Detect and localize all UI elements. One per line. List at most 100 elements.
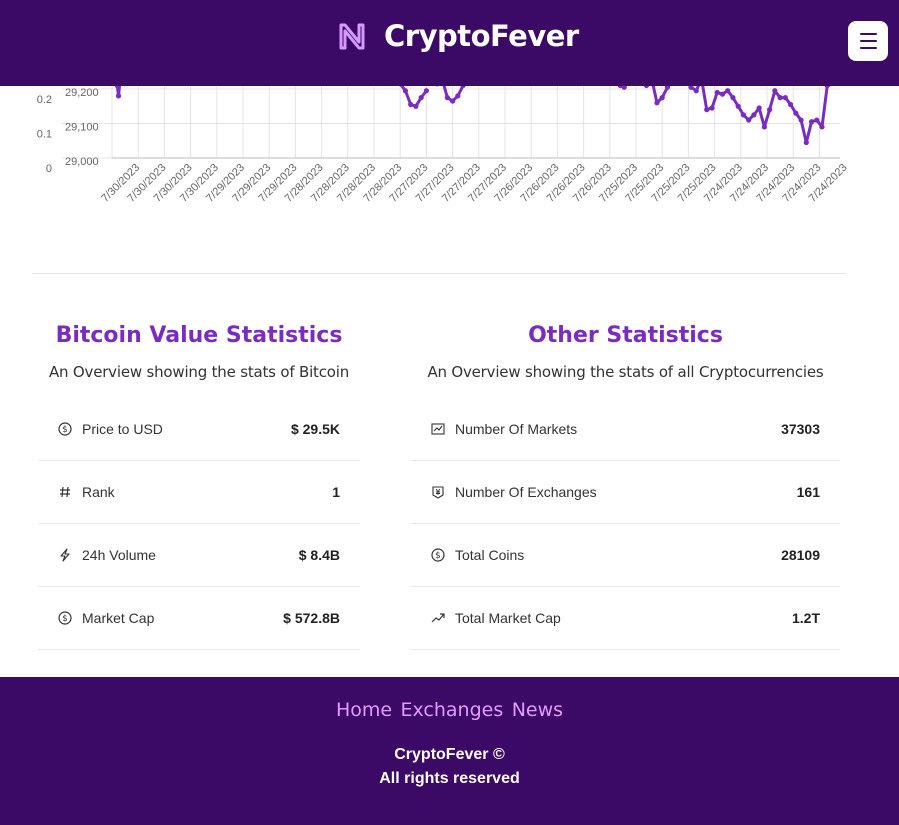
price-point[interactable] (772, 88, 778, 94)
price-point[interactable] (719, 91, 726, 97)
line-chart-icon (431, 422, 445, 436)
stat-label: Number Of Markets (455, 421, 578, 437)
price-point[interactable] (787, 101, 794, 108)
price-point[interactable] (714, 89, 720, 96)
hamburger-menu-icon (859, 33, 877, 35)
stat-row-total-market-cap: Total Market Cap 1.2T (411, 587, 840, 650)
stat-label: Rank (82, 484, 115, 500)
left-axis-tick-label: 0.1 (37, 129, 52, 141)
svg-text:$: $ (62, 614, 67, 624)
price-point[interactable] (659, 95, 665, 101)
stat-value: $ 8.4B (298, 547, 340, 563)
stat-label: Total Coins (455, 547, 525, 563)
stat-row-rank: Rank 1 (38, 461, 360, 524)
stat-row-price: $ Price to USD $ 29.5K (38, 398, 360, 461)
price-point[interactable] (824, 86, 830, 89)
price-point[interactable] (455, 93, 461, 99)
price-point[interactable] (693, 88, 699, 94)
price-point[interactable] (413, 103, 419, 109)
price-point[interactable] (444, 95, 450, 101)
stat-row-total-coins: $ Total Coins 28109 (411, 524, 840, 587)
stat-value: $ 29.5K (290, 421, 340, 437)
copyright-line-1: CryptoFever © (394, 746, 505, 763)
footer-link-home[interactable]: Home (336, 699, 392, 721)
price-point[interactable] (643, 86, 650, 89)
stat-value: 1 (332, 484, 340, 500)
price-point[interactable] (793, 110, 799, 116)
stat-label: 24h Volume (82, 547, 156, 563)
price-point[interactable] (803, 139, 809, 146)
stat-value: 28109 (781, 547, 820, 563)
footer-link-exchanges[interactable]: Exchanges (401, 699, 504, 721)
price-point[interactable] (423, 88, 429, 94)
price-point[interactable] (777, 95, 783, 101)
stat-label: Number Of Exchanges (455, 484, 597, 500)
dollar-circle-icon: $ (58, 422, 72, 436)
stat-value: $ 572.8B (283, 610, 340, 626)
dollar-circle-icon: $ (431, 548, 445, 562)
price-series-line (690, 86, 829, 144)
price-point[interactable] (725, 88, 731, 94)
price-point[interactable] (402, 88, 409, 94)
price-point[interactable] (730, 95, 736, 101)
lightning-icon (58, 548, 72, 562)
bitcoin-stats-heading: Bitcoin Value Statistics An Overview sho… (32, 320, 366, 383)
axis-tick-label: 29,000 (65, 156, 99, 168)
hash-icon (58, 485, 72, 499)
axis-tick-label: 29,200 (65, 87, 99, 99)
price-point[interactable] (709, 105, 715, 111)
price-point[interactable] (654, 100, 660, 106)
stat-row-volume: 24h Volume $ 8.4B (38, 524, 360, 587)
price-point[interactable] (808, 119, 815, 125)
stat-label: Price to USD (82, 421, 163, 437)
svg-text:$: $ (62, 425, 67, 435)
footer-links: Home Exchanges News (0, 699, 899, 721)
price-point[interactable] (704, 107, 710, 113)
axis-tick-label: 29,100 (65, 122, 99, 134)
copyright-line-2: All rights reserved (379, 770, 520, 787)
price-point[interactable] (767, 107, 773, 113)
price-point[interactable] (751, 112, 757, 118)
price-point[interactable] (756, 105, 762, 111)
price-point[interactable] (450, 98, 456, 104)
price-point[interactable] (798, 117, 804, 123)
price-point[interactable] (408, 101, 414, 108)
trending-up-icon (431, 611, 445, 625)
left-axis-tick-label: 0 (46, 163, 52, 175)
price-point[interactable] (819, 124, 825, 130)
price-point[interactable] (782, 95, 788, 101)
price-point[interactable] (418, 95, 424, 101)
brand[interactable]: CryptoFever (336, 16, 579, 56)
divider (32, 273, 846, 274)
footer-link-news[interactable]: News (512, 699, 563, 721)
navbar: CryptoFever (0, 0, 899, 86)
brand-name: CryptoFever (384, 19, 579, 53)
stat-label: Market Cap (82, 610, 155, 626)
price-point[interactable] (746, 117, 752, 123)
section-subtitle: An Overview showing the stats of Bitcoin (48, 363, 350, 381)
price-point[interactable] (735, 103, 741, 109)
stat-value: 161 (796, 484, 820, 500)
footer: Home Exchanges News CryptoFever © All ri… (0, 677, 899, 825)
stat-value: 1.2T (791, 610, 820, 626)
stat-row-markets: Number Of Markets 37303 (411, 398, 840, 461)
price-point[interactable] (740, 112, 747, 118)
bitcoin-stats-list: $ Price to USD $ 29.5K Rank 1 24h Volume… (38, 398, 360, 650)
other-stats-list: Number Of Markets 37303 Number Of Exchan… (411, 398, 840, 650)
price-history-chart: 0.2 0.1 0 29,200 29,100 29,000 7/30/2023 7/30/2… (0, 86, 899, 256)
section-title: Bitcoin Value Statistics (55, 323, 343, 348)
stat-row-market-cap: $ Market Cap $ 572.8B (38, 587, 360, 650)
footer-copyright: CryptoFever © All rights reserved (0, 743, 899, 791)
hamburger-menu-button[interactable] (848, 21, 888, 61)
other-stats-heading: Other Statistics An Overview showing the… (405, 320, 846, 383)
section-subtitle: An Overview showing the stats of all Cry… (427, 363, 824, 381)
price-point[interactable] (761, 124, 767, 130)
left-axis-tick-label: 0.2 (37, 94, 52, 106)
price-point[interactable] (814, 117, 820, 123)
series-group (114, 86, 830, 146)
near-protocol-logo-icon (339, 23, 365, 50)
stat-label: Total Market Cap (455, 610, 561, 626)
price-point[interactable] (115, 93, 122, 99)
price-series-line (442, 86, 465, 103)
price-chart-svg: 0.20.1029,20029,10029,000 7/30/20237/30/2… (37, 86, 850, 205)
